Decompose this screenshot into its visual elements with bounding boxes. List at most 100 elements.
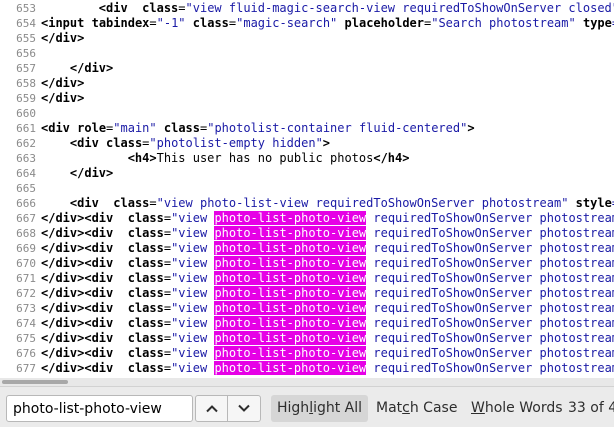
match-case-toggle[interactable]: Match Case xyxy=(370,395,463,422)
line-content: </div> xyxy=(41,76,84,91)
code-token: = xyxy=(163,271,172,285)
match-case-access-key: c xyxy=(402,400,410,416)
find-input[interactable] xyxy=(6,395,193,422)
code-token: <div xyxy=(69,136,99,150)
code-token: class xyxy=(127,346,164,360)
search-match-highlight: photo-list-photo-view xyxy=(214,316,367,330)
code-token: = xyxy=(163,301,172,315)
line-content: </div><div class="view photo-list-photo-… xyxy=(41,286,614,301)
line-number: 668 xyxy=(16,227,36,240)
code-token: requiredToShowOnServer photostream a xyxy=(366,316,614,330)
code-token: "Search photostream" xyxy=(431,16,576,30)
code-token: </div> xyxy=(41,271,85,285)
scrollbar-thumb[interactable] xyxy=(2,380,68,384)
code-token: </div> xyxy=(41,211,85,225)
code-token: </div> xyxy=(69,61,114,75)
match-case-label-end: h Case xyxy=(409,400,458,416)
code-token: <div xyxy=(84,241,114,255)
code-token: "view xyxy=(171,346,215,360)
code-token: "photolist-container fluid-centered" xyxy=(207,121,468,135)
code-token: <div xyxy=(84,271,114,285)
highlight-all-toggle[interactable]: Highlight All xyxy=(271,395,369,422)
code-token: <div xyxy=(69,196,99,210)
line-number: 659 xyxy=(16,92,36,105)
find-previous-button[interactable] xyxy=(195,395,228,422)
code-token: = xyxy=(163,346,172,360)
code-token: > xyxy=(322,136,331,150)
line-number: 664 xyxy=(16,167,36,180)
code-token: = xyxy=(178,1,186,15)
line-number: 673 xyxy=(16,302,36,315)
whole-words-toggle[interactable]: Whole Words xyxy=(465,395,569,422)
line-number: 671 xyxy=(16,272,36,285)
search-match-highlight: photo-list-photo-view xyxy=(214,241,367,255)
line-content: </div><div class="view photo-list-photo-… xyxy=(41,301,614,316)
line-content: </div><div class="view photo-list-photo-… xyxy=(41,256,614,271)
code-token: <div xyxy=(84,226,114,240)
line-content: </div><div class="view photo-list-photo-… xyxy=(41,241,614,256)
code-token: = xyxy=(163,286,172,300)
code-token: <h4> xyxy=(127,151,157,165)
line-content: </div><div class="view photo-list-photo-… xyxy=(41,316,614,331)
highlight-all-label-start: High xyxy=(277,400,310,416)
code-token: "view xyxy=(171,211,215,225)
horizontal-scrollbar[interactable] xyxy=(0,378,614,386)
code-token: <div xyxy=(41,121,70,135)
code-token: <div xyxy=(84,346,114,360)
find-next-button[interactable] xyxy=(228,395,261,422)
line-number: 669 xyxy=(16,242,36,255)
line-content: </div> xyxy=(41,91,84,106)
code-token: <div xyxy=(84,256,114,270)
line-number: 667 xyxy=(16,212,36,225)
code-token: </h4> xyxy=(373,151,410,165)
line-number: 653 xyxy=(16,2,36,15)
line-content: </div> xyxy=(41,31,84,46)
line-number: 670 xyxy=(16,257,36,270)
code-token: requiredToShowOnServer photostream a xyxy=(366,271,614,285)
line-number: 676 xyxy=(16,347,36,360)
line-content: </div><div class="view photo-list-photo-… xyxy=(41,226,614,241)
code-token: <input xyxy=(41,16,85,30)
code-token: requiredToShowOnServer photostream a xyxy=(366,301,614,315)
code-token: requiredToShowOnServer photostream a xyxy=(366,331,614,345)
code-token: This user has no public photos xyxy=(156,151,374,165)
code-token: "view xyxy=(171,271,215,285)
code-token: <div xyxy=(84,316,114,330)
code-token: "photolist-empty hidden" xyxy=(149,136,323,150)
line-number: 665 xyxy=(16,182,36,195)
source-code-view[interactable]: 653 <div class="view fluid-magic-search-… xyxy=(0,0,614,378)
line-content: <div class="view fluid-magic-search-view… xyxy=(41,1,614,16)
code-token: </div> xyxy=(41,346,85,360)
search-match-highlight: photo-list-photo-view xyxy=(214,286,367,300)
code-token: class xyxy=(127,226,164,240)
line-content: <div role="main" class="photolist-contai… xyxy=(41,121,475,136)
code-token: </div> xyxy=(41,301,85,315)
code-token: requiredToShowOnServer photostream a xyxy=(366,241,614,255)
code-token: <div xyxy=(84,331,114,345)
code-token: = xyxy=(163,241,172,255)
chevron-up-icon xyxy=(205,405,218,413)
line-number: 675 xyxy=(16,332,36,345)
search-match-highlight: photo-list-photo-view xyxy=(214,226,367,240)
line-number: 660 xyxy=(16,107,36,120)
line-content: </div><div class="view photo-list-photo-… xyxy=(41,331,614,346)
line-number: 654 xyxy=(16,17,36,30)
code-token: = xyxy=(163,316,172,330)
code-token: </div> xyxy=(69,166,114,180)
line-content: </div> xyxy=(41,166,113,181)
code-token: role xyxy=(77,121,107,135)
search-match-highlight: photo-list-photo-view xyxy=(214,211,367,225)
